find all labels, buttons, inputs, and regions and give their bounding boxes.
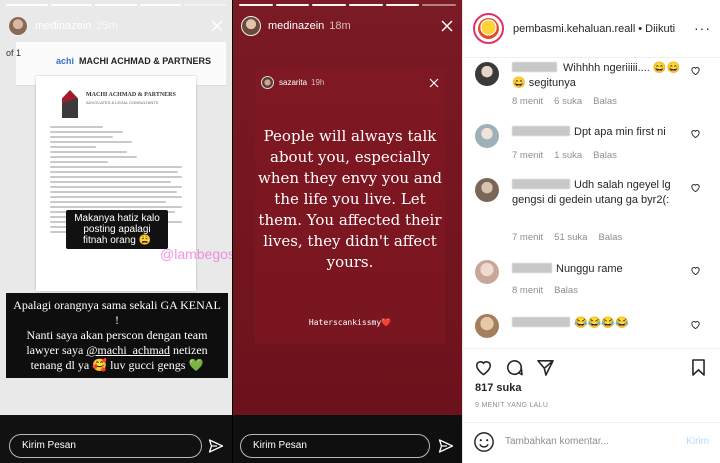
- avatar: [261, 76, 274, 89]
- message-input[interactable]: Kirim Pesan: [9, 434, 202, 458]
- like-comment-icon[interactable]: [690, 65, 701, 76]
- avatar[interactable]: [475, 260, 499, 284]
- story-username[interactable]: medinazein: [35, 20, 91, 32]
- send-icon[interactable]: [208, 438, 224, 454]
- post-username[interactable]: pembasmi.kehaluan.reall: [513, 23, 635, 35]
- story-hashtag: Haterscankissmy❤️: [308, 318, 392, 327]
- likes-count[interactable]: 817 suka: [475, 382, 521, 394]
- post-actions: [463, 348, 720, 382]
- letter-subtitle: ADVOCATES & LEGAL CONSULTANTS: [86, 100, 159, 105]
- story-progress-bar: [6, 4, 226, 6]
- like-comment-icon[interactable]: [690, 319, 701, 330]
- close-icon[interactable]: [210, 19, 224, 33]
- avatar[interactable]: [473, 13, 504, 44]
- comment-text: Wihhhh ngeriiiii.... 😄😄😄 segitunya: [512, 62, 681, 89]
- reshared-story-header: sazarita 19h: [261, 76, 439, 89]
- story-reply-bar: Kirim Pesan: [0, 415, 232, 463]
- lawyer-mention-link[interactable]: @machi_achmad: [86, 343, 170, 357]
- post-comment-button[interactable]: Kirim: [686, 436, 709, 447]
- comment-text: Dpt apa min first ni: [512, 125, 687, 140]
- reply-button[interactable]: Balas: [593, 150, 617, 161]
- reshared-time: 19h: [311, 78, 325, 87]
- more-options-icon[interactable]: ···: [694, 20, 711, 36]
- share-icon[interactable]: [536, 358, 555, 377]
- send-icon[interactable]: [438, 438, 454, 454]
- post-header: pembasmi.kehaluan.reall • Diikuti ···: [463, 0, 720, 58]
- story-quote: People will always talk about you, espec…: [257, 127, 442, 271]
- avatar[interactable]: [475, 62, 499, 86]
- message-input[interactable]: Kirim Pesan: [240, 434, 430, 458]
- document-brand: achi MACHI ACHMAD & PARTNERS: [56, 56, 212, 66]
- avatar[interactable]: [241, 16, 261, 36]
- comment-text: 😂😂😂😂: [512, 316, 687, 331]
- reshared-username: sazarita: [279, 78, 308, 87]
- story-left: achi MACHI ACHMAD & PARTNERS of 1 MACHI …: [0, 0, 232, 463]
- reply-button[interactable]: Balas: [554, 285, 578, 296]
- post-author: pembasmi.kehaluan.reall • Diikuti: [513, 23, 676, 35]
- post-panel: pembasmi.kehaluan.reall • Diikuti ··· Wihh…: [462, 0, 720, 463]
- avatar[interactable]: [475, 178, 499, 202]
- reply-button[interactable]: Balas: [598, 232, 622, 243]
- comment-text: Nunggu rame: [512, 262, 687, 277]
- comments-list: Wihhhh ngeriiiii.... 😄😄😄 segitunya 8 men…: [463, 58, 720, 348]
- story-caption-small: Makanya hatiz kalo posting apalagi fitna…: [66, 210, 168, 249]
- comment-icon[interactable]: [505, 358, 524, 377]
- add-comment-bar: Tambahkan komentar... Kirim: [463, 422, 720, 463]
- close-icon[interactable]: [440, 19, 454, 33]
- reply-button[interactable]: Balas: [593, 96, 617, 107]
- law-firm-logo-icon: [62, 90, 78, 118]
- avatar[interactable]: [475, 314, 499, 338]
- story-reply-bar: Kirim Pesan: [233, 415, 462, 463]
- watermark: @lambegosip: [160, 246, 232, 262]
- follow-status-button[interactable]: Diikuti: [645, 23, 675, 35]
- like-comment-icon[interactable]: [690, 265, 701, 276]
- document-page-indicator: of 1: [6, 48, 22, 58]
- bookmark-icon[interactable]: [689, 358, 708, 377]
- story-time: 25m: [96, 20, 118, 32]
- heart-icon[interactable]: [474, 358, 493, 377]
- story-progress-bar: [239, 4, 457, 6]
- story-right: sazarita 19h People will always talk abo…: [233, 0, 462, 463]
- add-comment-input[interactable]: Tambahkan komentar...: [505, 436, 609, 447]
- comment-meta: 8 menit 6 suka Balas: [512, 96, 617, 107]
- story-caption-large: Apalagi orangnya sama sekali GA KENAL ! …: [6, 293, 228, 378]
- avatar[interactable]: [475, 124, 499, 148]
- post-timestamp: 9 MENIT YANG LALU: [475, 402, 549, 409]
- comment-meta: 7 menit 1 suka Balas: [512, 150, 617, 161]
- comment-text: Udh salah ngeyel lg gengsi di gedein uta…: [512, 179, 671, 206]
- reshared-story: sazarita 19h People will always talk abo…: [255, 68, 445, 344]
- avatar[interactable]: [8, 16, 28, 36]
- story-header: medinazein 25m: [8, 14, 224, 38]
- story-username[interactable]: medinazein: [268, 20, 324, 32]
- comment-meta: 7 menit 51 suka Balas: [512, 232, 623, 243]
- story-header: medinazein 18m: [241, 14, 454, 38]
- emoji-icon[interactable]: [473, 431, 495, 453]
- story-time: 18m: [329, 20, 351, 32]
- comment-meta: 8 menit Balas: [512, 285, 578, 296]
- letter-title: MACHI ACHMAD & PARTNERS: [86, 92, 176, 98]
- like-comment-icon[interactable]: [690, 182, 701, 193]
- close-icon: [429, 78, 439, 87]
- like-comment-icon[interactable]: [690, 128, 701, 139]
